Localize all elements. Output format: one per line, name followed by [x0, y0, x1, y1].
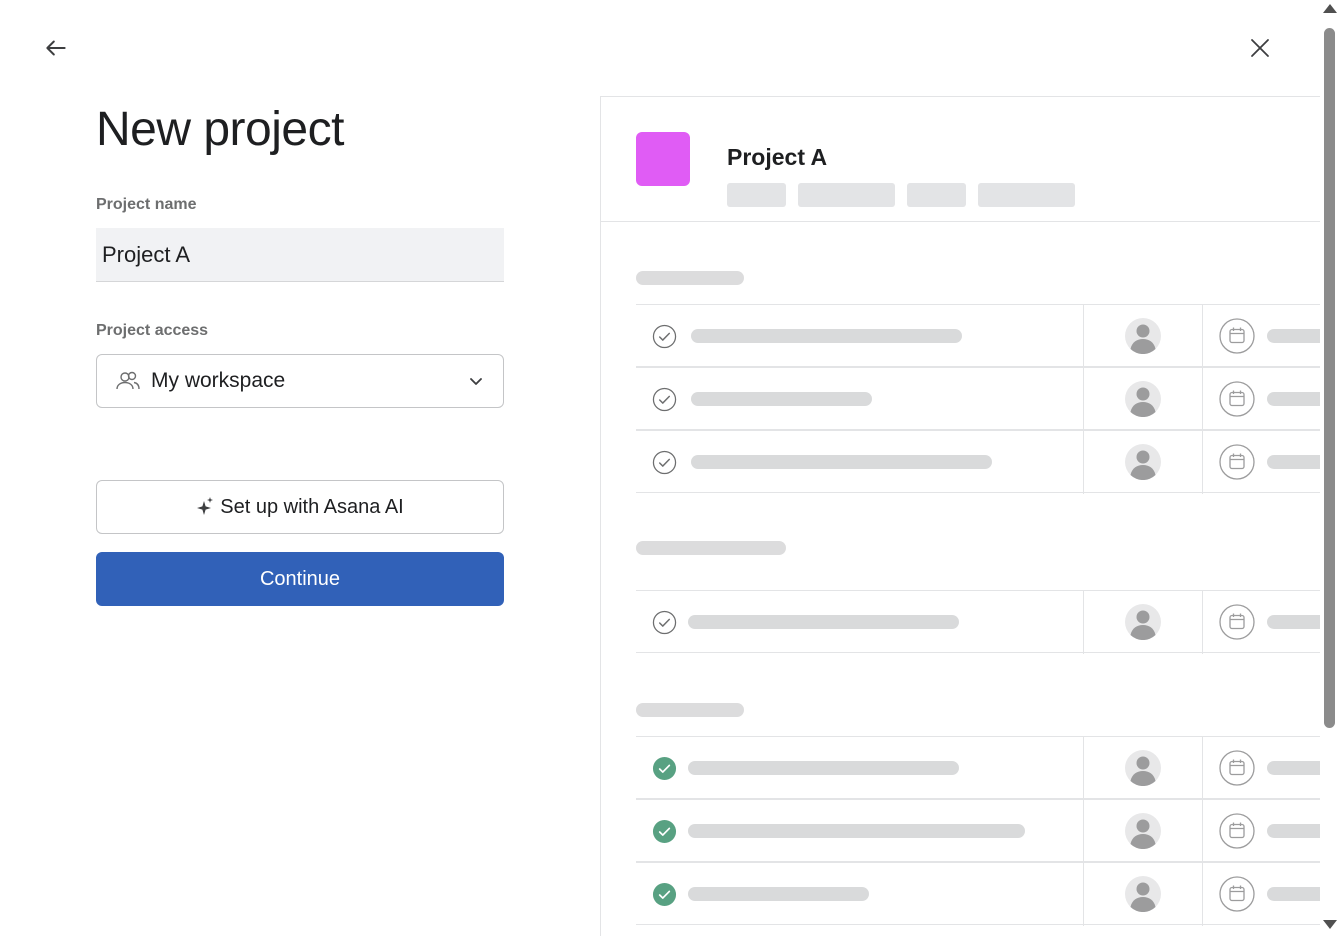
column-divider [1083, 591, 1084, 654]
project-color-tile [636, 132, 690, 186]
close-button[interactable] [1244, 32, 1276, 64]
preview-header: Project A [601, 97, 1320, 222]
due-date-placeholder [1267, 887, 1320, 901]
column-divider [1202, 431, 1203, 494]
check-complete-icon [652, 756, 677, 781]
section-header-placeholder [636, 703, 744, 717]
scroll-down-arrow-icon[interactable] [1323, 920, 1337, 929]
sparkle-icon [197, 497, 214, 515]
scroll-up-arrow-icon[interactable] [1323, 4, 1337, 13]
due-date-placeholder [1267, 392, 1320, 406]
back-button[interactable] [40, 32, 72, 64]
column-divider [1202, 737, 1203, 800]
calendar-icon [1219, 318, 1255, 354]
due-date-placeholder [1267, 455, 1320, 469]
avatar-icon [1125, 381, 1161, 417]
scrollbar[interactable] [1320, 0, 1341, 936]
column-divider [1083, 368, 1084, 431]
check-circle-icon [652, 387, 677, 412]
scrollbar-thumb[interactable] [1324, 28, 1335, 728]
due-date-placeholder [1267, 329, 1320, 343]
page-title: New project [96, 103, 344, 156]
calendar-icon [1219, 876, 1255, 912]
avatar-icon [1125, 876, 1161, 912]
avatar-icon [1125, 604, 1161, 640]
check-complete-icon [652, 819, 677, 844]
column-divider [1202, 305, 1203, 368]
tab-placeholder [978, 183, 1075, 207]
task-row [636, 430, 1320, 494]
section-header-placeholder [636, 271, 744, 285]
project-access-value: My workspace [151, 369, 286, 392]
avatar-icon [1125, 444, 1161, 480]
due-date-placeholder [1267, 761, 1320, 775]
project-name-input[interactable] [96, 228, 504, 282]
calendar-icon [1219, 444, 1255, 480]
tab-placeholder [727, 183, 786, 207]
project-name-label: Project name [96, 196, 197, 213]
check-circle-icon [652, 610, 677, 635]
calendar-icon [1219, 604, 1255, 640]
people-icon [116, 371, 140, 390]
task-name-placeholder [691, 392, 872, 406]
task-name-placeholder [691, 455, 992, 469]
new-project-form: New project Project name Project access … [96, 100, 504, 606]
check-circle-icon [652, 324, 677, 349]
section-header-placeholder [636, 541, 786, 555]
calendar-icon [1219, 813, 1255, 849]
task-row [636, 799, 1320, 863]
project-access-label: Project access [96, 322, 209, 339]
project-access-select[interactable]: My workspace [96, 354, 504, 408]
column-divider [1083, 431, 1084, 494]
task-name-placeholder [688, 824, 1025, 838]
calendar-icon [1219, 750, 1255, 786]
avatar-icon [1125, 318, 1161, 354]
task-row [636, 367, 1320, 431]
column-divider [1083, 863, 1084, 926]
task-name-placeholder [688, 887, 869, 901]
column-divider [1202, 368, 1203, 431]
tab-placeholder [907, 183, 966, 207]
preview-project-title: Project A [727, 144, 828, 170]
column-divider [1202, 863, 1203, 926]
tab-placeholder [798, 183, 895, 207]
check-complete-icon [652, 882, 677, 907]
avatar-icon [1125, 813, 1161, 849]
task-row [636, 304, 1320, 368]
task-row [636, 590, 1320, 654]
due-date-placeholder [1267, 615, 1320, 629]
task-name-placeholder [688, 761, 959, 775]
column-divider [1083, 737, 1084, 800]
arrow-left-icon [46, 40, 66, 56]
task-row [636, 736, 1320, 800]
calendar-icon [1219, 381, 1255, 417]
close-icon [1251, 39, 1269, 57]
chevron-down-icon [470, 378, 482, 385]
task-name-placeholder [688, 615, 959, 629]
task-name-placeholder [691, 329, 962, 343]
task-row [636, 862, 1320, 926]
column-divider [1202, 800, 1203, 863]
column-divider [1083, 800, 1084, 863]
setup-with-ai-button[interactable]: Set up with Asana AI [96, 480, 504, 534]
column-divider [1202, 591, 1203, 654]
check-circle-icon [652, 450, 677, 475]
column-divider [1083, 305, 1084, 368]
avatar-icon [1125, 750, 1161, 786]
due-date-placeholder [1267, 824, 1320, 838]
setup-with-ai-label: Set up with Asana AI [220, 495, 404, 518]
project-preview: Project A [600, 96, 1320, 936]
continue-button[interactable]: Continue [96, 552, 504, 606]
